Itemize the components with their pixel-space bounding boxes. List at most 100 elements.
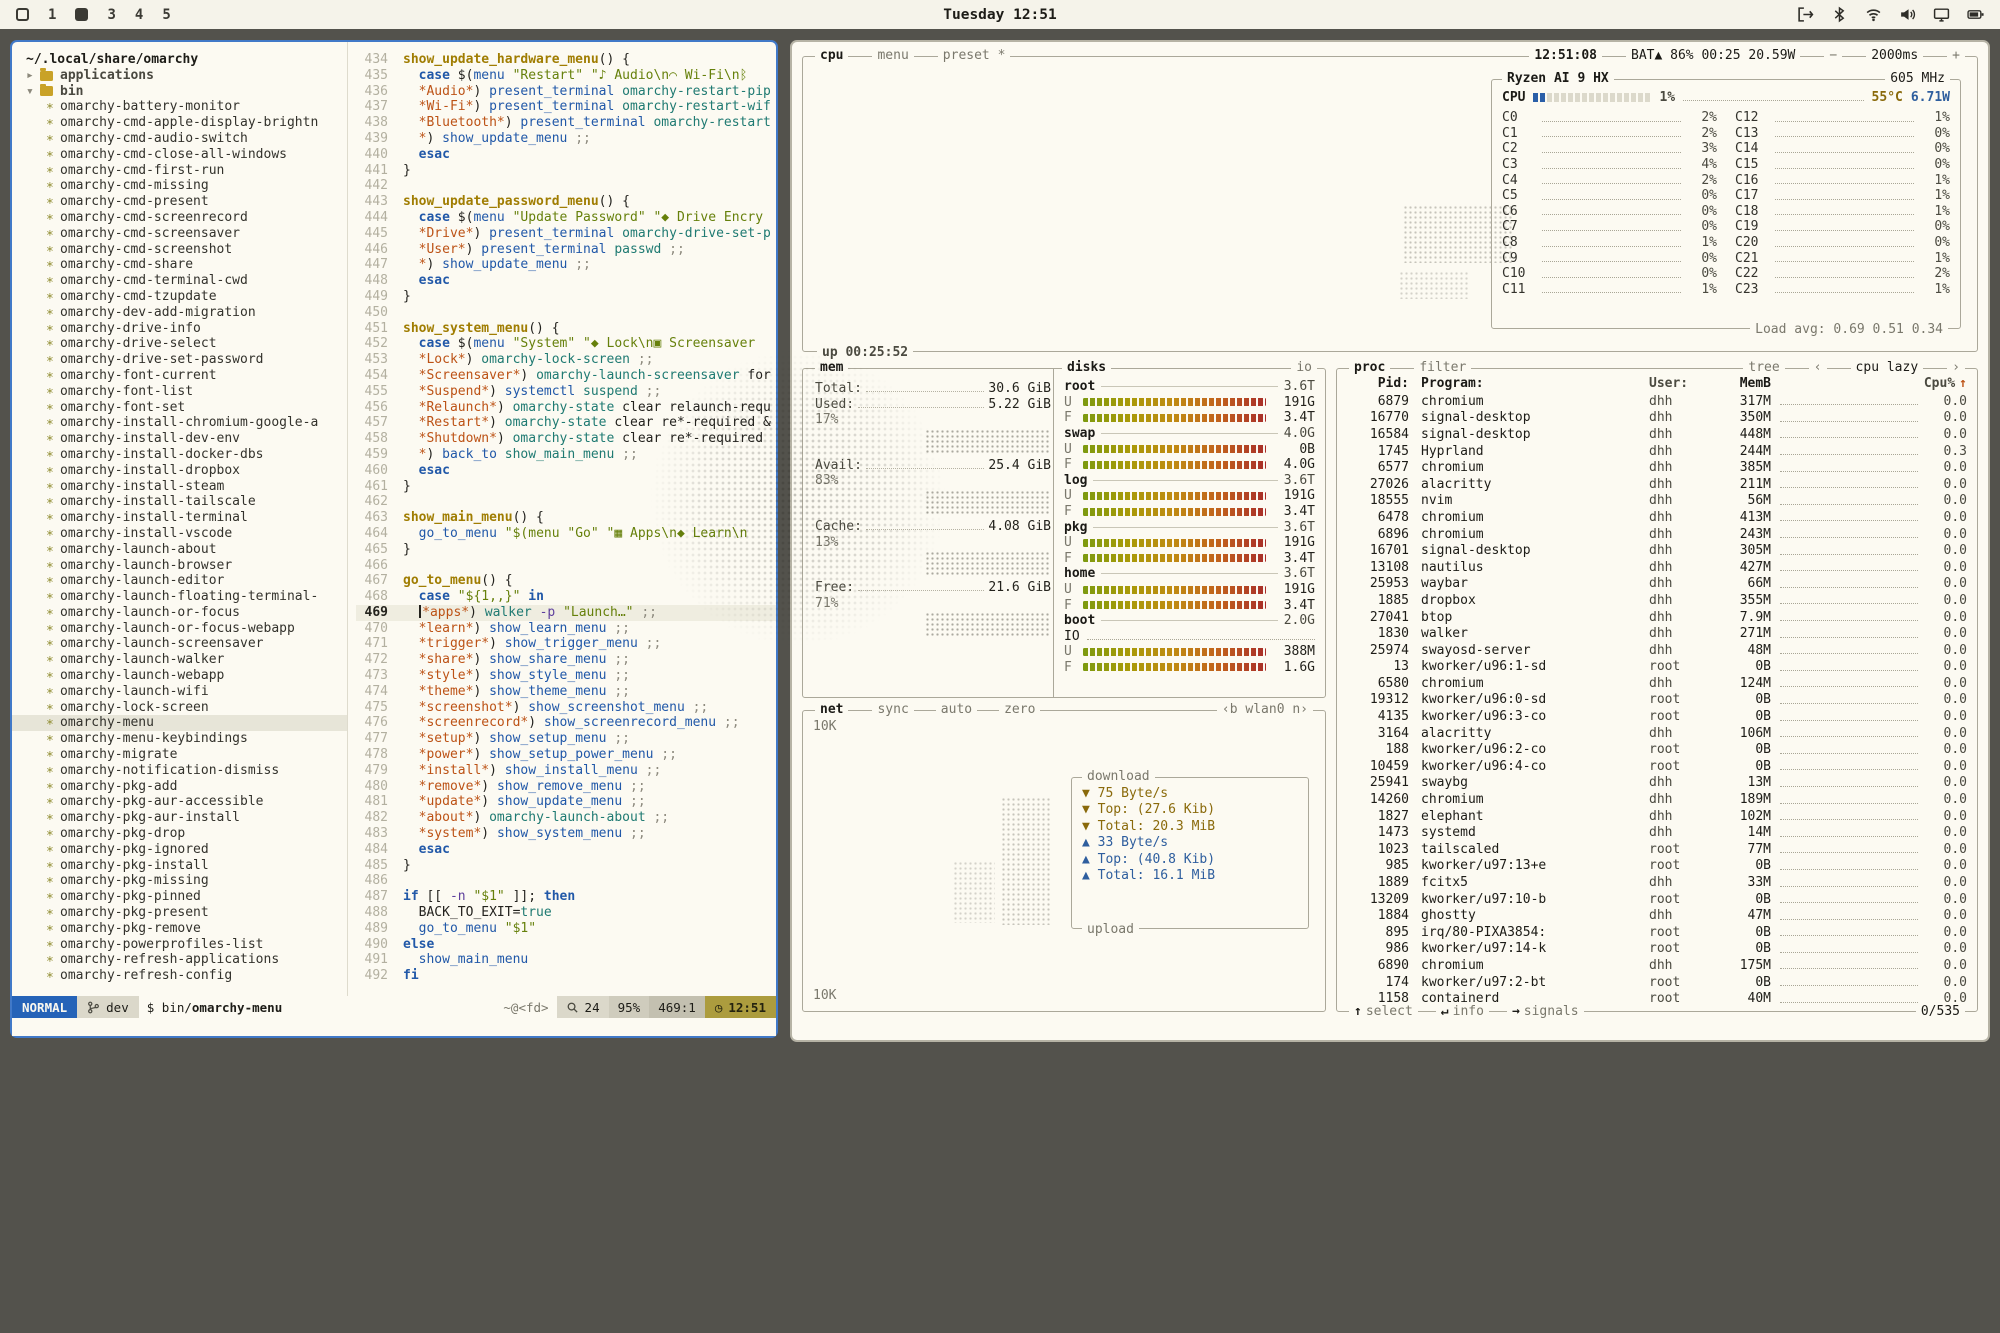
menu-button[interactable]: menu xyxy=(872,48,913,64)
filter-button[interactable]: filter xyxy=(1414,360,1471,376)
column-Program[interactable]: Program: xyxy=(1421,376,1649,391)
tree-file[interactable]: ∗omarchy-launch-browser xyxy=(26,558,347,574)
tree-file[interactable]: ∗omarchy-launch-webapp xyxy=(26,668,347,684)
workspace-5[interactable]: 5 xyxy=(162,7,170,23)
code-line[interactable]: 439 *) show_update_menu ;; xyxy=(356,131,776,147)
code-line[interactable]: 459 *) back_to show_main_menu ;; xyxy=(356,447,776,463)
process-row[interactable]: 14260chromiumdhh189M0.0 xyxy=(1337,791,1977,808)
tree-folder-bin[interactable]: ▾bin xyxy=(26,84,347,100)
code-line[interactable]: 440 esac xyxy=(356,147,776,163)
code-line[interactable]: 490else xyxy=(356,937,776,953)
code-line[interactable]: 479 *install*) show_install_menu ;; xyxy=(356,763,776,779)
process-row[interactable]: 1827elephantdhh102M0.0 xyxy=(1337,808,1977,825)
column-Cpu[interactable]: Cpu% xyxy=(1915,376,1955,391)
code-line[interactable]: 465} xyxy=(356,542,776,558)
process-row[interactable]: 13kworker/u96:1-sdroot0B0.0 xyxy=(1337,659,1977,676)
process-row[interactable]: 10459kworker/u96:4-coroot0B0.0 xyxy=(1337,758,1977,775)
tree-file[interactable]: ∗omarchy-cmd-share xyxy=(26,257,347,273)
code-line[interactable]: 476 *screenrecord*) show_screenrecord_me… xyxy=(356,715,776,731)
tree-file[interactable]: ∗omarchy-pkg-add xyxy=(26,779,347,795)
process-row[interactable]: 25953waybardhh66M0.0 xyxy=(1337,576,1977,593)
code-line[interactable]: 484 esac xyxy=(356,842,776,858)
code-line[interactable]: 454 *Screensaver*) omarchy-launch-screen… xyxy=(356,368,776,384)
tree-file[interactable]: ∗omarchy-cmd-screenrecord xyxy=(26,210,347,226)
tree-file[interactable]: ∗omarchy-refresh-config xyxy=(26,968,347,984)
sort-prev-button[interactable]: ‹ xyxy=(1809,360,1827,376)
process-row[interactable]: 18555nvimdhh56M0.0 xyxy=(1337,493,1977,510)
proc-header[interactable]: Pid:Program:User:MemBCpu%↑ xyxy=(1337,373,1977,393)
tree-file[interactable]: ∗omarchy-pkg-missing xyxy=(26,873,347,889)
tree-file[interactable]: ∗omarchy-install-steam xyxy=(26,479,347,495)
tree-file[interactable]: ∗omarchy-notification-dismiss xyxy=(26,763,347,779)
code-line[interactable]: 442 xyxy=(356,178,776,194)
code-line[interactable]: 478 *power*) show_setup_power_menu ;; xyxy=(356,747,776,763)
tree-file[interactable]: ∗omarchy-pkg-aur-accessible xyxy=(26,794,347,810)
tree-file[interactable]: ∗omarchy-cmd-audio-switch xyxy=(26,131,347,147)
tree-file[interactable]: ∗omarchy-cmd-tzupdate xyxy=(26,289,347,305)
tree-file[interactable]: ∗omarchy-cmd-apple-display-brightn xyxy=(26,115,347,131)
tree-file[interactable]: ∗omarchy-pkg-install xyxy=(26,858,347,874)
tree-file[interactable]: ∗omarchy-launch-floating-terminal- xyxy=(26,589,347,605)
process-row[interactable]: 1889fcitx5dhh33M0.0 xyxy=(1337,874,1977,891)
tree-file[interactable]: ∗omarchy-launch-or-focus-webapp xyxy=(26,621,347,637)
process-row[interactable]: 1473systemddhh14M0.0 xyxy=(1337,824,1977,841)
process-row[interactable]: 27041btopdhh7.9M0.0 xyxy=(1337,609,1977,626)
code-line[interactable]: 472 *share*) show_share_menu ;; xyxy=(356,652,776,668)
tree-file[interactable]: ∗omarchy-font-set xyxy=(26,400,347,416)
code-line[interactable]: 435 case $(menu "Restart" "♪ Audio\n⌒ Wi… xyxy=(356,68,776,84)
proc-action-signals[interactable]: →signals xyxy=(1507,1004,1584,1020)
tree-file[interactable]: ∗omarchy-drive-select xyxy=(26,336,347,352)
code-line[interactable]: 486 xyxy=(356,873,776,889)
process-row[interactable]: 6580chromiumdhh124M0.0 xyxy=(1337,675,1977,692)
code-line[interactable]: 491 show_main_menu xyxy=(356,952,776,968)
code-line[interactable]: 469 *apps*) walker -p "Launch…" ;; xyxy=(356,605,776,621)
code-line[interactable]: 481 *update*) show_update_menu ;; xyxy=(356,794,776,810)
code-line[interactable]: 468 case "${1,,}" in xyxy=(356,589,776,605)
net-option-auto[interactable]: auto xyxy=(936,702,977,718)
workspace-4[interactable]: 4 xyxy=(135,7,143,23)
code-line[interactable]: 463show_main_menu() { xyxy=(356,510,776,526)
code-line[interactable]: 451show_system_menu() { xyxy=(356,321,776,337)
net-option-sync[interactable]: sync xyxy=(872,702,913,718)
tree-file[interactable]: ∗omarchy-migrate xyxy=(26,747,347,763)
workspace-special-icon[interactable] xyxy=(16,8,29,21)
code-editor[interactable]: 434show_update_hardware_menu() {435 case… xyxy=(348,42,776,996)
code-line[interactable]: 449} xyxy=(356,289,776,305)
code-line[interactable]: 473 *style*) show_style_menu ;; xyxy=(356,668,776,684)
code-line[interactable]: 485} xyxy=(356,858,776,874)
code-line[interactable]: 443show_update_password_menu() { xyxy=(356,194,776,210)
code-line[interactable]: 461} xyxy=(356,479,776,495)
process-row[interactable]: 16584signal-desktopdhh448M0.0 xyxy=(1337,426,1977,443)
tree-file[interactable]: ∗omarchy-refresh-applications xyxy=(26,952,347,968)
column-User[interactable]: User: xyxy=(1649,376,1715,391)
code-line[interactable]: 456 *Relaunch*) omarchy-state clear rela… xyxy=(356,400,776,416)
code-line[interactable]: 452 case $(menu "System" "◆ Lock\n▣ Scre… xyxy=(356,336,776,352)
tree-file[interactable]: ∗omarchy-pkg-aur-install xyxy=(26,810,347,826)
net-option-zero[interactable]: zero xyxy=(999,702,1040,718)
proc-action-info[interactable]: ↵info xyxy=(1436,1004,1489,1020)
code-line[interactable]: 434show_update_hardware_menu() { xyxy=(356,52,776,68)
workspace-3[interactable]: 3 xyxy=(107,7,115,23)
tree-file[interactable]: ∗omarchy-menu-keybindings xyxy=(26,731,347,747)
code-line[interactable]: 480 *remove*) show_remove_menu ;; xyxy=(356,779,776,795)
code-line[interactable]: 444 case $(menu "Update Password" "◆ Dri… xyxy=(356,210,776,226)
code-line[interactable]: 436 *Audio*) present_terminal omarchy-re… xyxy=(356,84,776,100)
tree-file[interactable]: ∗omarchy-launch-screensaver xyxy=(26,636,347,652)
code-line[interactable]: 453 *Lock*) omarchy-lock-screen ;; xyxy=(356,352,776,368)
interval-minus-button[interactable]: − xyxy=(1824,48,1842,64)
sort-next-button[interactable]: › xyxy=(1947,360,1965,376)
disks-io-toggle[interactable]: io xyxy=(1291,360,1317,376)
process-row[interactable]: 174kworker/u97:2-btroot0B0.0 xyxy=(1337,974,1977,991)
code-line[interactable]: 467go_to_menu() { xyxy=(356,573,776,589)
workspace-active-icon[interactable] xyxy=(75,8,88,21)
battery-icon[interactable] xyxy=(1967,6,1984,23)
code-line[interactable]: 445 *Drive*) present_terminal omarchy-dr… xyxy=(356,226,776,242)
process-row[interactable]: 895irq/80-PIXA3854:root0B0.0 xyxy=(1337,924,1977,941)
code-line[interactable]: 458 *Shutdown*) omarchy-state clear re*-… xyxy=(356,431,776,447)
code-line[interactable]: 489 go_to_menu "$1" xyxy=(356,921,776,937)
code-line[interactable]: 447 *) show_update_menu ;; xyxy=(356,257,776,273)
column-MemB[interactable]: MemB xyxy=(1715,376,1771,391)
tree-file[interactable]: ∗omarchy-font-list xyxy=(26,384,347,400)
tree-file[interactable]: ∗omarchy-lock-screen xyxy=(26,700,347,716)
tree-file[interactable]: ∗omarchy-launch-about xyxy=(26,542,347,558)
